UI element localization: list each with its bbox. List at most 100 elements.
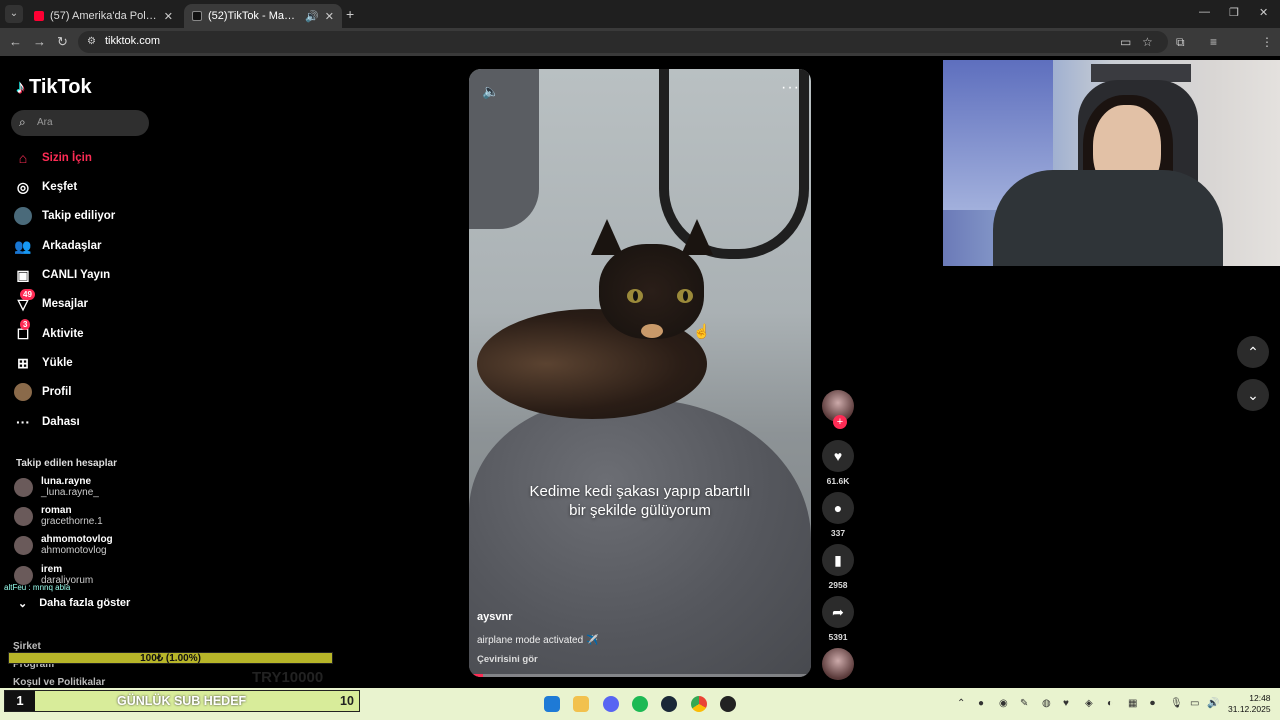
reading-list-icon[interactable]: ≡ bbox=[1210, 35, 1217, 49]
following-avatar-icon bbox=[14, 207, 32, 225]
tray-chevron-icon[interactable]: ⌃ bbox=[957, 698, 965, 709]
sub-goal-progress-text: 100₺ (1.00%) bbox=[140, 653, 201, 664]
volume-icon[interactable]: 🔈 bbox=[482, 83, 499, 100]
tray-record-icon[interactable]: ⏺ bbox=[1150, 698, 1155, 709]
save-button[interactable]: ▮ bbox=[822, 544, 854, 576]
account-name: irem bbox=[41, 564, 63, 575]
file-explorer-icon[interactable] bbox=[573, 696, 589, 712]
footer-link-terms[interactable]: Koşul ve Politikalar bbox=[13, 677, 105, 688]
creator-avatar[interactable]: + bbox=[822, 390, 854, 429]
windows-start-icon[interactable] bbox=[544, 696, 560, 712]
sub-goal-label: GÜNLÜK SUB HEDEF bbox=[117, 694, 247, 708]
tray-pen-icon[interactable]: ✎ bbox=[1020, 698, 1028, 709]
nav-following[interactable]: Takip ediliyor bbox=[14, 205, 115, 227]
search-input[interactable]: ⌕ Ara bbox=[11, 110, 149, 136]
bookmark-icon: ▮ bbox=[834, 552, 842, 568]
chrome-icon[interactable] bbox=[691, 696, 707, 712]
tray-app-icon[interactable]: ◈ bbox=[1085, 698, 1093, 709]
close-tab-icon[interactable]: ✕ bbox=[325, 10, 334, 23]
video-player[interactable]: 🔈 ··· ☝ Kedime kedi şakası yapıp abartıl… bbox=[469, 69, 811, 677]
tray-app-icon[interactable]: ◐ bbox=[1107, 698, 1113, 709]
follow-plus-icon[interactable]: + bbox=[833, 415, 847, 429]
bookmark-star-icon[interactable]: ☆ bbox=[1142, 35, 1153, 49]
tab-title: (57) Amerika'da Polis Her Şeyi Gi bbox=[50, 10, 158, 22]
sound-avatar[interactable] bbox=[822, 648, 854, 680]
video-author[interactable]: aysvnr bbox=[477, 611, 512, 623]
browser-tab-tiktok[interactable]: (52)TikTok - Make Your Day 🔊 ✕ bbox=[184, 4, 342, 28]
heart-icon: ♥ bbox=[833, 448, 843, 464]
spotify-icon[interactable] bbox=[632, 696, 648, 712]
nav-label: Mesajlar bbox=[42, 298, 89, 310]
following-account[interactable]: ahmomotovlog ahmomotovlog bbox=[14, 534, 113, 556]
see-translation-link[interactable]: Çevirisini gör bbox=[477, 654, 538, 665]
background-cloth bbox=[469, 69, 539, 229]
microphone-icon[interactable]: 🎙 bbox=[1170, 698, 1183, 709]
new-tab-icon[interactable]: + bbox=[346, 6, 354, 22]
nav-upload[interactable]: ⊞ Yükle bbox=[14, 352, 73, 374]
tray-nvidia-icon[interactable]: ▦ bbox=[1128, 698, 1137, 709]
discord-icon[interactable] bbox=[603, 696, 619, 712]
tray-app-icon[interactable]: ◍ bbox=[1042, 698, 1051, 709]
nav-for-you[interactable]: ⌂ Sizin İçin bbox=[14, 147, 92, 169]
close-window-icon[interactable]: ✕ bbox=[1259, 6, 1268, 19]
tray-shield-icon[interactable]: ♥ bbox=[1063, 698, 1069, 709]
nav-label: Yükle bbox=[42, 357, 73, 369]
reload-icon[interactable]: ↻ bbox=[57, 34, 68, 50]
comment-button[interactable]: ● bbox=[822, 492, 854, 524]
close-tab-icon[interactable]: ✕ bbox=[164, 10, 173, 23]
obs-icon[interactable] bbox=[720, 696, 736, 712]
nav-messages[interactable]: ▽ 49 Mesajlar bbox=[14, 289, 89, 315]
webcam-person bbox=[993, 170, 1223, 266]
next-video-button[interactable]: ⌄ bbox=[1237, 379, 1269, 411]
following-account[interactable]: luna.rayne _luna.rayne_ bbox=[14, 476, 99, 498]
like-button[interactable]: ♥ bbox=[822, 440, 854, 472]
tiktok-logo[interactable]: ♪ TikTok bbox=[16, 76, 92, 99]
speaker-icon[interactable]: 🔊 bbox=[1207, 698, 1219, 709]
more-options-icon[interactable]: ··· bbox=[781, 79, 800, 97]
minimize-icon[interactable]: — bbox=[1199, 6, 1210, 18]
sub-goal-count: 10 bbox=[340, 694, 354, 708]
sub-goal-progress-bar: 100₺ (1.00%) bbox=[8, 652, 333, 664]
speaker-icon[interactable]: 🔊 bbox=[305, 10, 319, 23]
system-clock[interactable]: 12:48 31.12.2025 bbox=[1228, 693, 1271, 715]
nav-explore[interactable]: ◎ Keşfet bbox=[14, 176, 77, 198]
nav-label: Keşfet bbox=[42, 181, 78, 193]
tray-steam-icon[interactable]: ◉ bbox=[999, 698, 1008, 709]
nav-label: Sizin İçin bbox=[42, 152, 92, 164]
following-account[interactable]: roman gracethorne.1 bbox=[14, 505, 103, 527]
show-more-button[interactable]: ⌄ Daha fazla göster bbox=[18, 597, 130, 610]
kebab-menu-icon[interactable]: ⋮ bbox=[1261, 35, 1273, 49]
sub-goal-widget: 1 GÜNLÜK SUB HEDEF 10 bbox=[4, 690, 360, 712]
nav-label: CANLI Yayın bbox=[42, 269, 111, 281]
mouse-cursor-icon: ☝ bbox=[693, 323, 711, 339]
nav-more[interactable]: ··· Dahası bbox=[14, 411, 80, 433]
extensions-icon[interactable]: ⧉ bbox=[1176, 35, 1185, 50]
back-icon[interactable]: ← bbox=[9, 34, 22, 49]
footer-link-company[interactable]: Şirket bbox=[13, 641, 41, 652]
nav-activity[interactable]: ☐ 3 Aktivite bbox=[14, 319, 84, 345]
chevron-down-icon: ⌄ bbox=[18, 598, 28, 610]
cast-icon[interactable]: ▭ bbox=[1120, 35, 1131, 49]
browser-tab-youtube[interactable]: (57) Amerika'da Polis Her Şeyi Gi ✕ bbox=[26, 4, 181, 28]
more-dots-icon: ··· bbox=[16, 414, 30, 430]
avatar bbox=[14, 477, 33, 497]
tab-search-button[interactable]: ⌄ bbox=[5, 5, 23, 23]
site-info-icon[interactable]: ⚙ bbox=[87, 36, 99, 48]
network-icon[interactable]: ▭ bbox=[1190, 698, 1199, 709]
show-more-label: Daha fazla göster bbox=[39, 597, 131, 609]
live-icon: ▣ bbox=[16, 266, 30, 283]
video-progress-bar[interactable] bbox=[469, 674, 811, 677]
account-handle: _luna.rayne_ bbox=[41, 487, 99, 498]
webcam-overlay bbox=[943, 60, 1280, 266]
previous-video-button[interactable]: ⌃ bbox=[1237, 336, 1269, 368]
share-button[interactable]: ➦ bbox=[822, 596, 854, 628]
restore-icon[interactable]: ❐ bbox=[1229, 6, 1239, 19]
omnibox[interactable]: ⚙ tikktok.com bbox=[78, 31, 1168, 53]
nav-profile[interactable]: Profil bbox=[14, 381, 71, 403]
nav-friends[interactable]: 👥 Arkadaşlar bbox=[14, 235, 101, 257]
forward-icon[interactable]: → bbox=[33, 34, 46, 49]
tray-spotify-icon[interactable]: ● bbox=[978, 698, 984, 709]
cat-ear-left bbox=[591, 219, 623, 255]
steam-icon[interactable] bbox=[661, 696, 677, 712]
nav-live[interactable]: ▣ CANLI Yayın bbox=[14, 264, 110, 286]
